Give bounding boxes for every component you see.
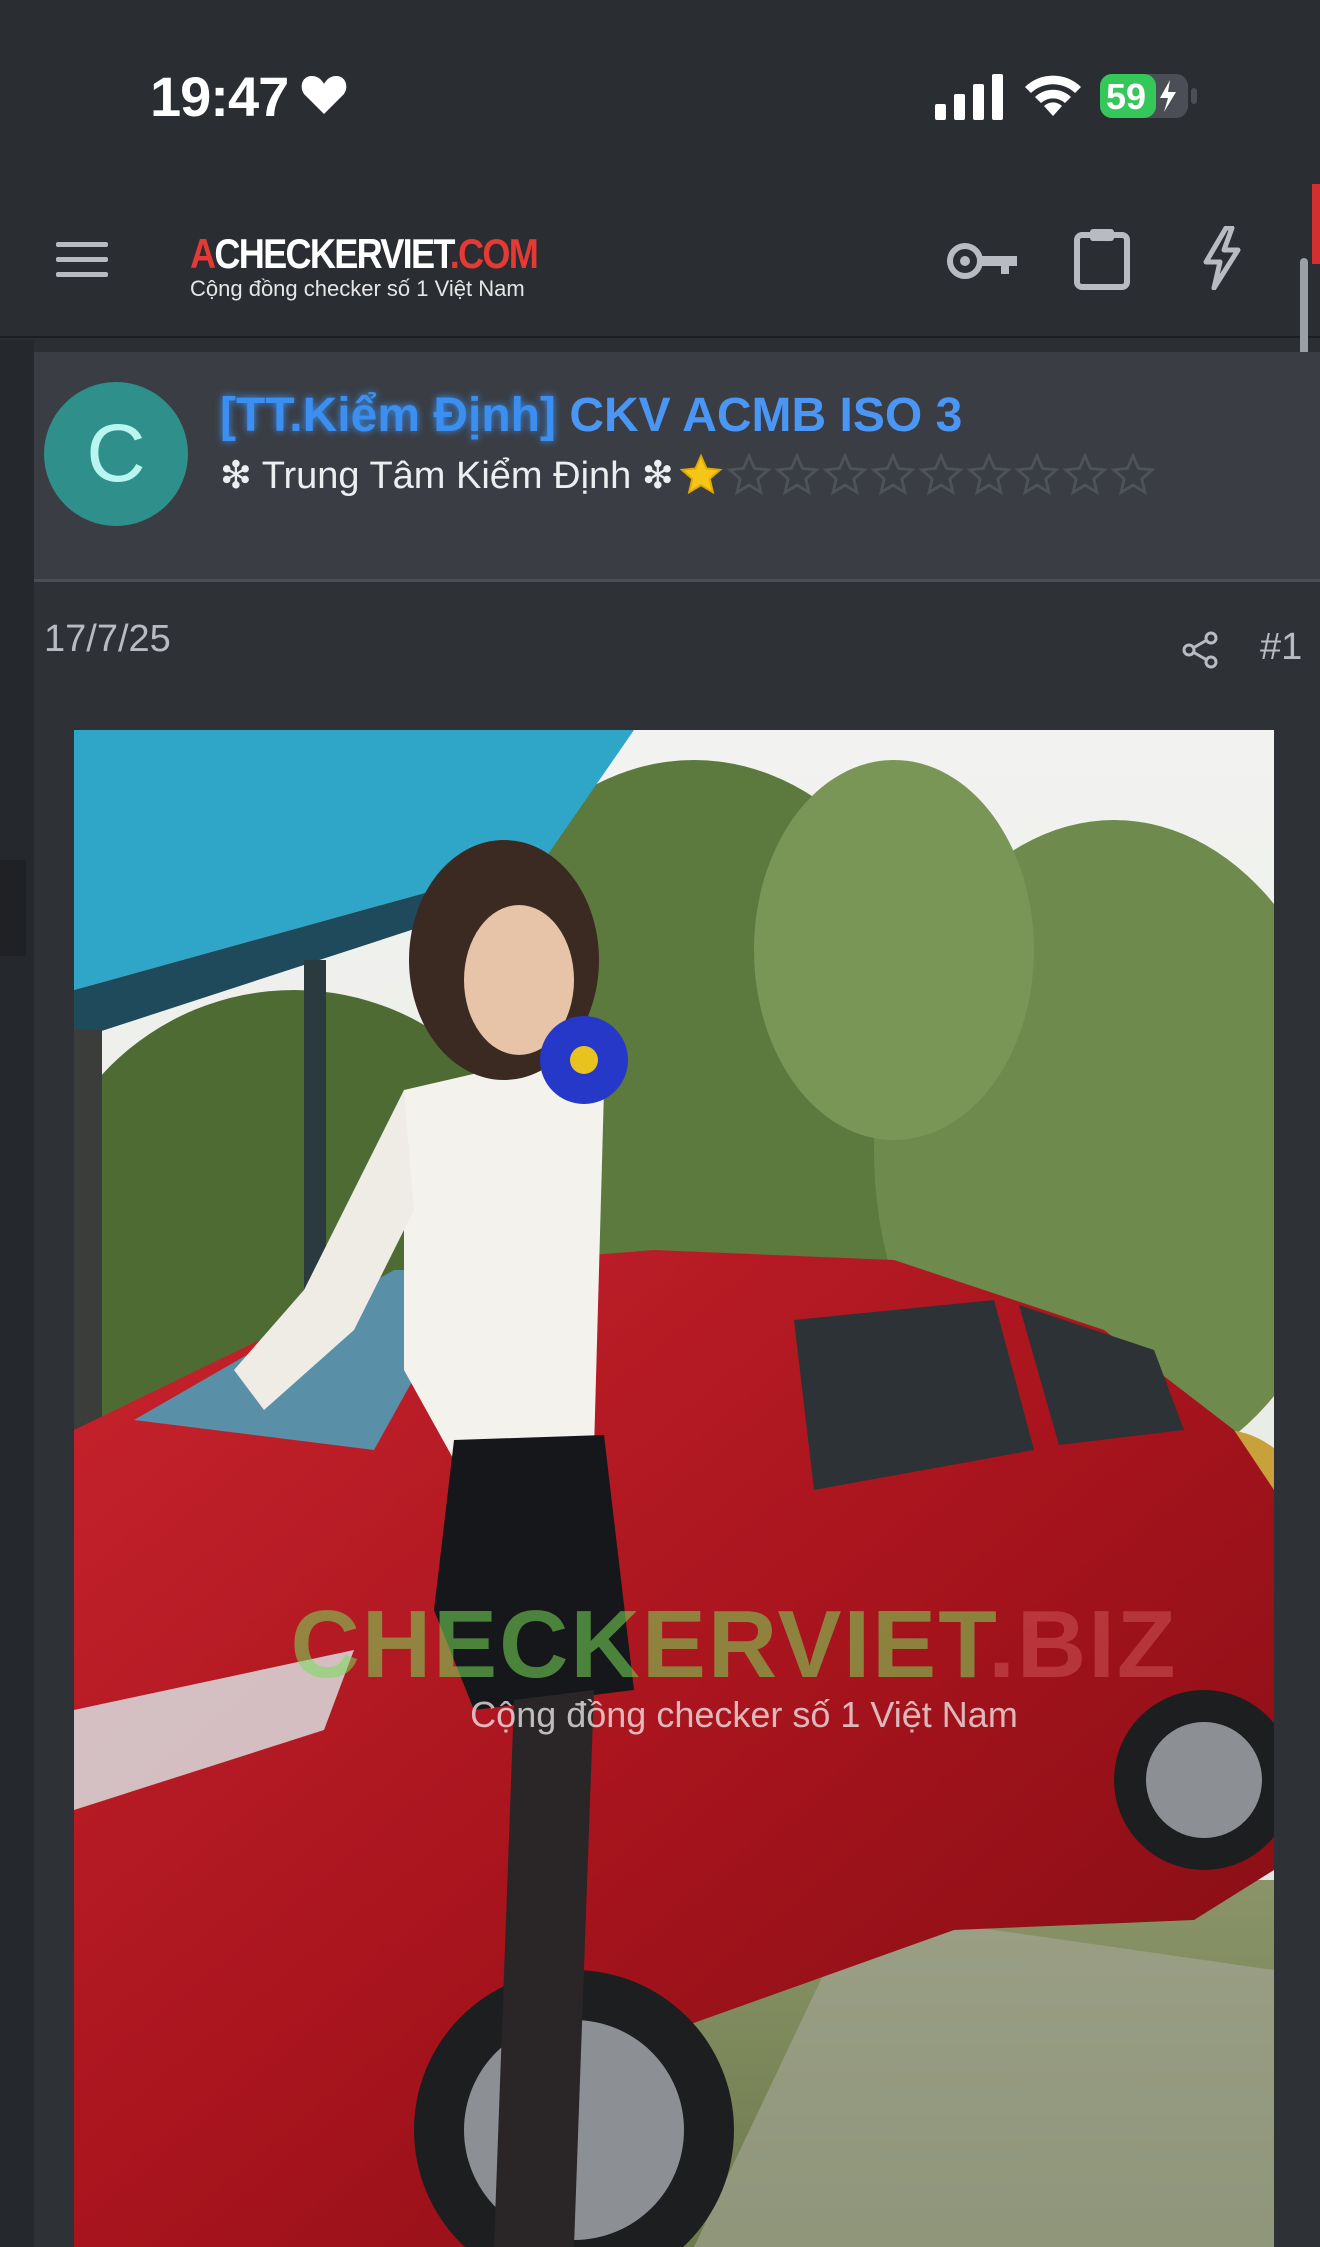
accent-strip [1312,184,1320,264]
author-tag: [TT.Kiểm Định] [220,389,556,442]
battery-charging-icon: 59 [1100,72,1200,120]
author-name: CKV ACMB ISO 3 [569,389,963,442]
logo-wordmark: ACHECKERVIET.COM [190,230,539,277]
watermark-sub: Cộng đồng checker số 1 Việt Nam [470,1694,1018,1735]
user-title: ❇ Trung Tâm Kiểm Định ❇ [220,452,1158,498]
battery-level: 59 [1106,76,1147,117]
logo-tagline: Cộng đồng checker số 1 Việt Nam [190,276,525,301]
share-icon[interactable] [1180,630,1220,670]
post-image[interactable]: CHECKERVIET.BIZ Cộng đồng checker số 1 V… [74,730,1274,2247]
post-author[interactable]: [TT.Kiểm Định] CKV ACMB ISO 3 [220,388,962,443]
star-empty-icon [966,452,1012,496]
star-empty-icon [918,452,964,496]
signal-icon [935,74,1003,120]
heart-icon [301,76,347,114]
post-meta: 17/7/25 #1 [34,582,1320,712]
star-empty-icon [1110,452,1156,496]
left-gutter [0,340,34,2247]
site-logo[interactable]: ACHECKERVIET.COM Cộng đồng checker số 1 … [190,232,570,302]
scrollbar[interactable] [1300,258,1308,362]
post-user-header: C [TT.Kiểm Định] CKV ACMB ISO 3 ❇ Trung … [34,352,1320,582]
star-empty-icon [1062,452,1108,496]
clipboard-icon[interactable] [1072,226,1132,290]
user-title-text: ❇ Trung Tâm Kiểm Định ❇ [220,454,674,497]
status-time: 19:47 [150,65,289,128]
post-date[interactable]: 17/7/25 [44,618,171,661]
star-empty-icon [822,452,868,496]
top-navigation: ACHECKERVIET.COM Cộng đồng checker số 1 … [0,180,1320,338]
status-bar: 19:47 59 [0,0,1320,180]
star-empty-icon [726,452,772,496]
star-filled-icon [679,453,723,495]
avatar[interactable]: C [44,382,188,526]
gutter-marker [0,860,26,956]
watermark-main: CHECKERVIET.BIZ [290,1591,1178,1698]
star-empty-icon [1014,452,1060,496]
star-empty-icon [870,452,916,496]
key-icon[interactable] [945,236,1021,286]
rating-stars [678,452,1158,498]
menu-icon[interactable] [52,238,112,282]
post-number[interactable]: #1 [1260,626,1302,669]
avatar-letter: C [86,408,146,499]
post-body: CHECKERVIET.BIZ Cộng đồng checker số 1 V… [34,712,1320,2247]
bolt-icon[interactable] [1200,226,1244,290]
photo-illustration [74,730,1274,2247]
wifi-icon [1025,75,1081,116]
star-empty-icon [774,452,820,496]
image-watermark: CHECKERVIET.BIZ Cộng đồng checker số 1 V… [74,1590,1274,1736]
